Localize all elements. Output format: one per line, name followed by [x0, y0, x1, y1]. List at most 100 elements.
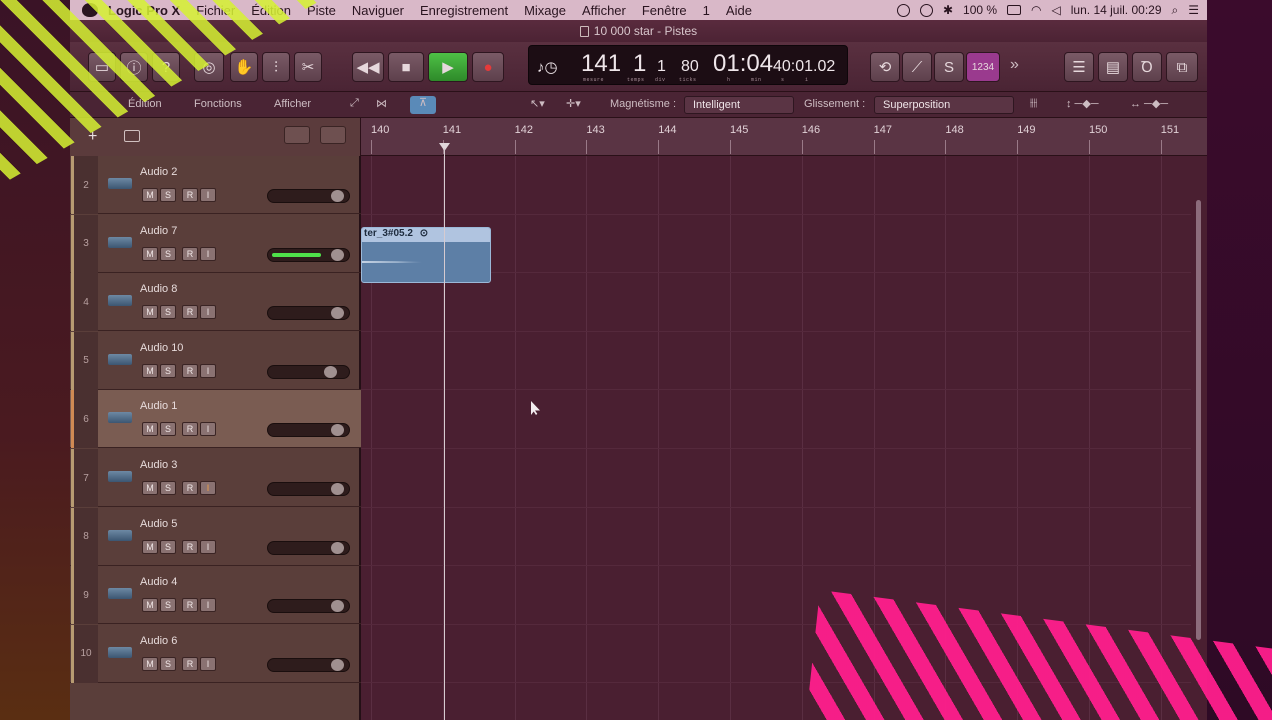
stop-button[interactable]: ■	[388, 52, 424, 82]
clock-datetime[interactable]: lun. 14 juil. 00:29	[1071, 3, 1162, 17]
functions-menu[interactable]: Fonctions	[186, 96, 250, 114]
track-record-button[interactable]: R	[182, 656, 198, 671]
volume-knob[interactable]	[331, 600, 344, 613]
track-name[interactable]: Audio 6	[140, 635, 177, 647]
volume-knob[interactable]	[331, 658, 344, 671]
track-mute-button[interactable]: M	[142, 246, 158, 261]
rewind-button[interactable]: ◀◀	[352, 52, 384, 82]
menu-fichier[interactable]: Fichier	[196, 3, 235, 18]
play-button[interactable]: ▶	[428, 52, 468, 82]
view-menu[interactable]: Afficher	[266, 96, 319, 114]
volume-knob[interactable]	[324, 365, 337, 378]
volume-fader[interactable]	[267, 599, 350, 614]
vertical-scrollbar[interactable]	[1196, 200, 1201, 640]
folder-icon[interactable]	[124, 130, 140, 142]
menu-enregistrement[interactable]: Enregistrement	[420, 3, 508, 18]
track-name[interactable]: Audio 8	[140, 283, 177, 295]
volume-fader[interactable]	[267, 657, 350, 672]
volume-fader[interactable]	[267, 423, 350, 438]
track-header[interactable]: 2 Audio 2 MSRI	[70, 156, 361, 214]
global-tracks-button[interactable]	[284, 126, 310, 144]
track-solo-button[interactable]: S	[160, 422, 176, 437]
time-machine-icon[interactable]	[919, 3, 933, 17]
toolbar-button[interactable]: ◎	[194, 52, 224, 82]
track-mute-button[interactable]: M	[142, 188, 158, 202]
count-in-button[interactable]: 1234	[966, 52, 1000, 82]
volume-knob[interactable]	[331, 248, 344, 261]
menu-naviguer[interactable]: Naviguer	[352, 3, 404, 18]
track-header[interactable]: 7 Audio 3 MSRI	[70, 449, 361, 507]
track-header[interactable]: 4 Audio 8 MSRI	[70, 273, 361, 332]
editors-button[interactable]: ✂	[294, 52, 322, 82]
add-track-icon[interactable]: +	[88, 128, 97, 146]
menu-1[interactable]: 1	[703, 3, 710, 18]
bar-ruler[interactable]: 140 141 142 143 144 145 146 147 148 149 150 151	[361, 118, 1207, 156]
volume-fader[interactable]	[267, 540, 350, 555]
more-icon[interactable]: »	[1010, 56, 1019, 74]
track-record-button[interactable]: R	[182, 598, 198, 613]
solo-mode-button[interactable]: S	[934, 52, 964, 82]
menu-edition[interactable]: Édition	[251, 3, 291, 18]
accessibility-icon[interactable]	[896, 3, 910, 17]
track-mute-button[interactable]: M	[142, 598, 158, 613]
loop-browser-button[interactable]: Ꝺ	[1132, 52, 1162, 82]
apple-icon[interactable]	[82, 3, 98, 17]
track-header[interactable]: 5 Audio 10 M S R I	[70, 331, 361, 390]
track-record-button[interactable]: R	[182, 305, 198, 320]
track-header[interactable]: 6 Audio 1 MSRI	[70, 390, 361, 449]
volume-knob[interactable]	[331, 424, 344, 437]
track-name[interactable]: Audio 10	[140, 342, 183, 354]
pointer-tool-icon[interactable]: ↖▾	[530, 97, 545, 110]
track-name[interactable]: Audio 3	[140, 459, 177, 471]
track-record-button[interactable]: R	[182, 363, 198, 378]
track-input-button[interactable]: I	[200, 656, 216, 671]
catch-playhead-icon[interactable]: ⊼	[410, 96, 436, 114]
track-mute-button[interactable]: M	[142, 481, 158, 495]
spotlight-icon[interactable]: ⌕	[1172, 3, 1179, 18]
track-name[interactable]: Audio 4	[140, 576, 177, 588]
drag-dropdown[interactable]: Superposition	[874, 96, 1014, 114]
menu-piste[interactable]: Piste	[307, 3, 336, 18]
track-mute-button[interactable]: M	[142, 656, 158, 671]
track-solo-button[interactable]: S	[160, 246, 176, 261]
track-input-button[interactable]: I	[200, 305, 216, 320]
track-header[interactable]: 10 Audio 6 MSRI	[70, 624, 361, 683]
menu-mixage[interactable]: Mixage	[524, 3, 566, 18]
record-button[interactable]: ●	[472, 52, 504, 82]
volume-icon[interactable]: ◁	[1052, 3, 1061, 17]
audio-region[interactable]: ter_3#05.2 ⊙	[361, 227, 491, 283]
media-browser-button[interactable]: ⧉	[1166, 52, 1198, 82]
battery-icon[interactable]	[1007, 5, 1022, 15]
mixer-button[interactable]: ⫶	[262, 52, 290, 82]
quick-help-button[interactable]: ?	[152, 52, 180, 82]
track-solo-button[interactable]: S	[160, 363, 176, 378]
waveform-zoom-icon[interactable]: ⫲⫲	[1030, 97, 1037, 110]
library-button[interactable]: ▭	[88, 52, 116, 82]
menu-fenetre[interactable]: Fenêtre	[642, 3, 687, 18]
track-record-button[interactable]: R	[182, 539, 198, 554]
volume-fader[interactable]	[267, 482, 350, 496]
notepad-button[interactable]: ▤	[1098, 52, 1128, 82]
tuner-button[interactable]: ⟋	[902, 52, 932, 82]
snap-dropdown[interactable]: Intelligent	[684, 96, 794, 114]
track-solo-button[interactable]: S	[160, 305, 176, 320]
track-options-button[interactable]	[320, 126, 346, 144]
track-mute-button[interactable]: M	[142, 305, 158, 320]
volume-knob[interactable]	[331, 483, 344, 495]
track-input-button[interactable]: I	[200, 246, 216, 261]
track-input-button[interactable]: I	[200, 422, 216, 437]
volume-fader[interactable]	[267, 189, 350, 203]
bluetooth-icon[interactable]: ✱	[943, 3, 953, 17]
track-input-button[interactable]: I	[200, 363, 216, 378]
track-input-button[interactable]: I	[200, 188, 216, 202]
wifi-icon[interactable]: ◠	[1031, 3, 1041, 17]
track-header[interactable]: 8 Audio 5 MSRI	[70, 507, 361, 566]
track-input-button[interactable]: I	[200, 481, 216, 495]
horizontal-zoom-icon[interactable]: ↔ ─◆─	[1130, 97, 1168, 110]
menu-afficher[interactable]: Afficher	[582, 3, 626, 18]
volume-knob[interactable]	[331, 307, 344, 320]
volume-knob[interactable]	[331, 541, 344, 554]
vertical-zoom-icon[interactable]: ↕ ─◆─	[1066, 97, 1099, 110]
track-mute-button[interactable]: M	[142, 422, 158, 437]
smart-controls-button[interactable]: ✋	[230, 52, 258, 82]
